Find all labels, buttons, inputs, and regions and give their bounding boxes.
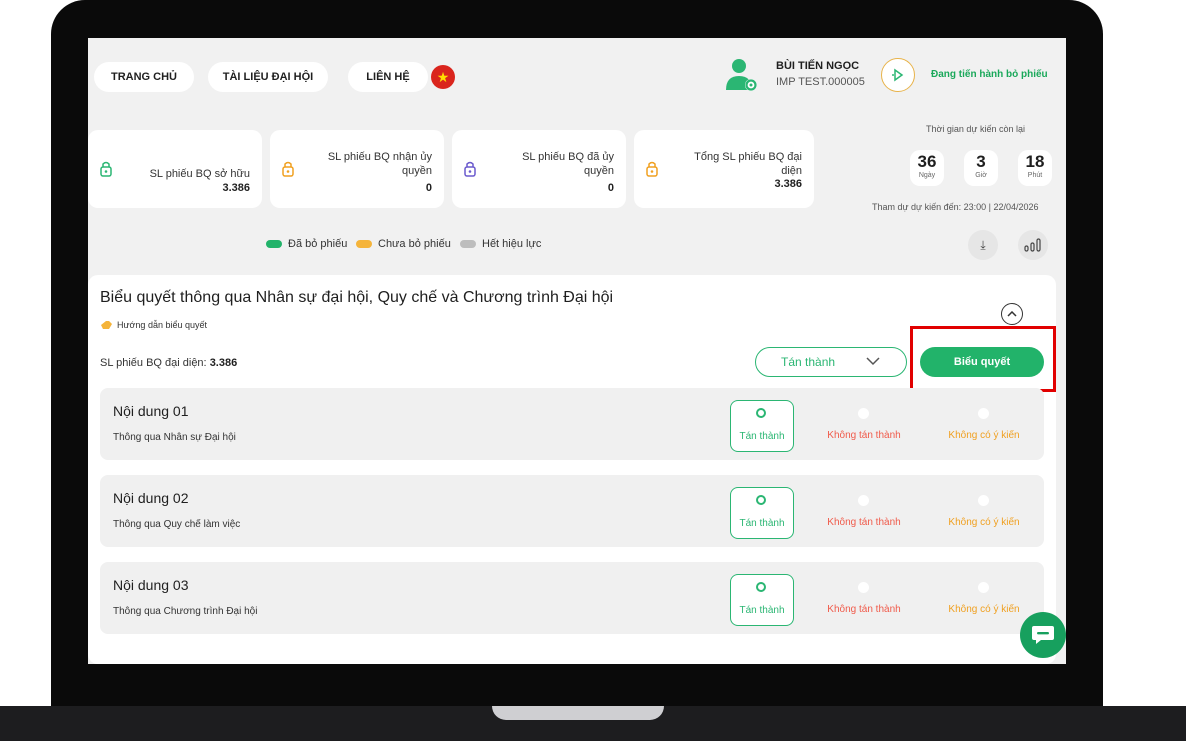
option-reject[interactable]: Không tán thành (804, 574, 924, 626)
user-icon[interactable] (722, 56, 760, 94)
item-description: Thông qua Quy chế làm việc (113, 519, 241, 530)
stat-card-total: Tổng SL phiếu BQ đại diện 3.386 (634, 130, 814, 208)
laptop-notch (492, 706, 664, 720)
collapse-icon[interactable] (1001, 303, 1023, 325)
item-title: Nội dung 01 (113, 403, 189, 419)
radio-icon (978, 408, 989, 419)
play-icon[interactable] (881, 58, 915, 92)
radio-selected-icon (756, 495, 766, 505)
user-name: BÙI TIẾN NGỌC (776, 60, 860, 72)
radio-icon (978, 495, 989, 506)
panel-title: Biểu quyết thông qua Nhân sự đại hội, Qu… (100, 289, 614, 306)
radio-selected-icon (756, 408, 766, 418)
option-abstain[interactable]: Không có ý kiến (924, 487, 1044, 539)
nav-contact[interactable]: LIÊN HỆ (348, 62, 428, 92)
stat-card-owned: SL phiếu BQ sở hữu 3.386 (88, 130, 262, 208)
lock-icon (100, 161, 112, 177)
user-code: IMP TEST.000005 (776, 76, 865, 88)
legend-voted: Đã bỏ phiếu (266, 238, 347, 250)
option-reject[interactable]: Không tán thành (804, 400, 924, 452)
download-icon[interactable]: ⤓ (968, 230, 998, 260)
countdown-hours: 3 Giờ (964, 150, 998, 186)
countdown-days: 36 Ngày (910, 150, 944, 186)
screen: TRANG CHỦ TÀI LIỆU ĐẠI HỘI LIÊN HỆ ★ BÙI… (88, 38, 1066, 664)
stat-label-2: quyền (584, 165, 614, 177)
chart-icon[interactable] (1018, 230, 1048, 260)
not-voted-dot (356, 240, 372, 248)
stat-card-received: SL phiếu BQ nhận ủy quyền 0 (270, 130, 444, 208)
representative-votes: SL phiếu BQ đại diện: 3.386 (100, 357, 238, 369)
stat-label: SL phiếu BQ sở hữu (149, 168, 250, 180)
chevron-down-icon (866, 357, 880, 366)
hand-icon (101, 321, 112, 329)
radio-selected-icon (756, 582, 766, 592)
legend-expired: Hết hiệu lực (460, 238, 541, 250)
stat-card-delegated: SL phiếu BQ đã ủy quyền 0 (452, 130, 626, 208)
stat-label: Tổng SL phiếu BQ đại (694, 151, 802, 163)
countdown-title: Thời gian dự kiến còn lại (926, 124, 1025, 134)
radio-icon (858, 582, 869, 593)
stat-value: 3.386 (222, 182, 250, 194)
radio-icon (858, 495, 869, 506)
option-approve[interactable]: Tán thành (730, 574, 794, 626)
list-item: Nội dung 01 Thông qua Nhân sự Đại hội Tá… (100, 388, 1044, 460)
item-description: Thông qua Chương trình Đại hội (113, 606, 258, 617)
lock-icon (464, 161, 476, 177)
option-approve[interactable]: Tán thành (730, 487, 794, 539)
voting-panel: Biểu quyết thông qua Nhân sự đại hội, Qu… (88, 275, 1056, 664)
lock-icon (646, 161, 658, 177)
chat-icon[interactable] (1020, 612, 1066, 658)
voting-guide-link[interactable]: Hướng dẫn biểu quyết (100, 319, 207, 331)
expired-dot (460, 240, 476, 248)
list-item: Nội dung 03 Thông qua Chương trình Đại h… (100, 562, 1044, 634)
item-description: Thông qua Nhân sự Đại hội (113, 432, 236, 443)
vietnam-flag-icon[interactable]: ★ (431, 65, 455, 89)
attend-deadline: Tham dự dự kiến đến: 23:00 | 22/04/2026 (872, 202, 1039, 212)
voting-status: Đang tiến hành bỏ phiếu (931, 69, 1048, 80)
radio-icon (978, 582, 989, 593)
nav-home[interactable]: TRANG CHỦ (94, 62, 194, 92)
nav-documents[interactable]: TÀI LIỆU ĐẠI HỘI (208, 62, 328, 92)
stat-value: 0 (425, 182, 432, 194)
stat-value: 3.386 (774, 178, 802, 190)
option-abstain[interactable]: Không có ý kiến (924, 400, 1044, 452)
item-title: Nội dung 03 (113, 577, 189, 593)
top-nav: TRANG CHỦ TÀI LIỆU ĐẠI HỘI LIÊN HỆ ★ BÙI… (88, 38, 1066, 116)
item-title: Nội dung 02 (113, 490, 189, 506)
list-item: Nội dung 02 Thông qua Quy chế làm việc T… (100, 475, 1044, 547)
stat-value: 0 (607, 182, 614, 194)
legend-not-voted: Chưa bỏ phiếu (356, 238, 451, 250)
option-reject[interactable]: Không tán thành (804, 487, 924, 539)
stat-label: SL phiếu BQ nhận ủy (327, 151, 432, 163)
highlight-box (910, 326, 1056, 392)
stat-label-2: quyền (402, 165, 432, 177)
radio-icon (858, 408, 869, 419)
countdown-minutes: 18 Phút (1018, 150, 1052, 186)
option-approve[interactable]: Tán thành (730, 400, 794, 452)
lock-icon (282, 161, 294, 177)
stat-label-2: diện (781, 165, 802, 177)
voted-dot (266, 240, 282, 248)
approve-all-select[interactable]: Tán thành (755, 347, 907, 377)
stat-label: SL phiếu BQ đã ủy (522, 151, 614, 163)
